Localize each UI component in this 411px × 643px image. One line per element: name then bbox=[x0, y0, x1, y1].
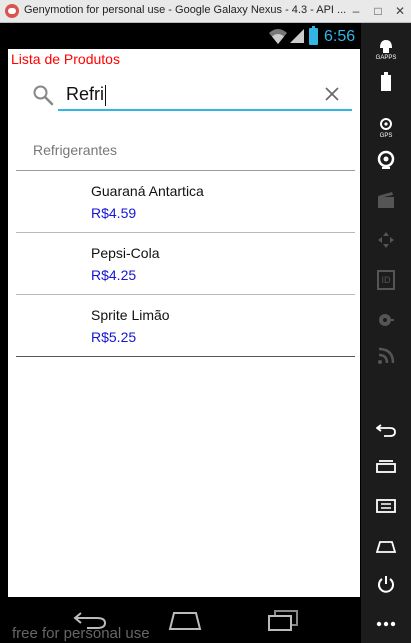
id-button[interactable]: ID bbox=[371, 265, 401, 295]
text-cursor bbox=[105, 85, 106, 106]
app-screen: Lista de Produtos Refrigerantes Guaraná … bbox=[8, 49, 360, 597]
search-icon bbox=[33, 85, 54, 106]
gapps-label: GAPPS bbox=[375, 55, 397, 61]
back-icon bbox=[376, 424, 396, 437]
genymotion-logo-icon bbox=[5, 4, 19, 18]
status-bar: 6:56 bbox=[0, 23, 360, 49]
battery-button[interactable] bbox=[371, 67, 401, 97]
status-clock: 6:56 bbox=[324, 28, 356, 45]
product-price: R$5.25 bbox=[91, 329, 137, 345]
gps-label: GPS bbox=[379, 133, 393, 139]
gapps-icon bbox=[380, 40, 392, 53]
power-button[interactable] bbox=[371, 569, 401, 599]
recent-apps-icon bbox=[376, 460, 396, 473]
webcam-icon bbox=[377, 150, 395, 169]
product-name: Pepsi-Cola bbox=[91, 245, 160, 261]
product-name: Sprite Limão bbox=[91, 307, 170, 323]
window-controls: – □ ✕ bbox=[345, 0, 411, 22]
gps-button[interactable]: GPS bbox=[371, 109, 401, 139]
app-title: Lista de Produtos bbox=[11, 51, 120, 67]
home-button[interactable] bbox=[371, 531, 401, 561]
search-input[interactable] bbox=[58, 79, 352, 111]
list-divider bbox=[16, 356, 355, 357]
more-icon bbox=[376, 621, 396, 627]
window-title: Genymotion for personal use - Google Gal… bbox=[24, 4, 347, 16]
disk-button[interactable] bbox=[371, 305, 401, 335]
menu-button[interactable] bbox=[371, 491, 401, 521]
battery-status-icon bbox=[309, 26, 318, 45]
window-titlebar: Genymotion for personal use - Google Gal… bbox=[0, 0, 411, 23]
clear-search-icon[interactable] bbox=[325, 87, 339, 101]
more-button[interactable] bbox=[371, 609, 401, 639]
video-button[interactable] bbox=[371, 185, 401, 215]
list-item[interactable]: Sprite Limão R$5.25 bbox=[16, 295, 355, 357]
close-window-button[interactable]: ✕ bbox=[389, 0, 411, 22]
id-label: ID bbox=[381, 275, 391, 285]
nav-recent-apps-icon[interactable] bbox=[266, 609, 300, 631]
rss-icon bbox=[378, 347, 395, 364]
video-icon bbox=[378, 192, 394, 208]
genymotion-side-panel: GAPPS GPS ID bbox=[361, 23, 411, 643]
list-item[interactable]: Pepsi-Cola R$4.25 bbox=[16, 233, 355, 295]
remote-control-button[interactable] bbox=[371, 225, 401, 255]
product-price: R$4.25 bbox=[91, 267, 137, 283]
gps-icon bbox=[380, 118, 392, 130]
nav-home-icon[interactable] bbox=[166, 609, 204, 631]
remote-control-icon bbox=[378, 232, 394, 248]
product-price: R$4.59 bbox=[91, 205, 137, 221]
list-item[interactable]: Guaraná Antartica R$4.59 bbox=[16, 171, 355, 233]
disk-icon bbox=[379, 314, 394, 326]
section-header: Refrigerantes bbox=[33, 142, 118, 158]
maximize-button[interactable]: □ bbox=[367, 0, 389, 22]
watermark: free for personal use bbox=[12, 625, 150, 642]
signal-icon bbox=[290, 29, 304, 43]
back-button[interactable] bbox=[371, 415, 401, 445]
minimize-button[interactable]: – bbox=[345, 0, 367, 22]
home-icon bbox=[376, 541, 396, 553]
wifi-icon bbox=[269, 29, 287, 44]
menu-icon bbox=[376, 499, 396, 513]
battery-icon bbox=[381, 72, 391, 91]
power-icon bbox=[378, 576, 394, 593]
webcam-button[interactable] bbox=[371, 145, 401, 175]
product-name: Guaraná Antartica bbox=[91, 183, 204, 199]
recent-apps-button[interactable] bbox=[371, 451, 401, 481]
gapps-button[interactable]: GAPPS bbox=[371, 31, 401, 61]
rss-button[interactable] bbox=[371, 341, 401, 371]
